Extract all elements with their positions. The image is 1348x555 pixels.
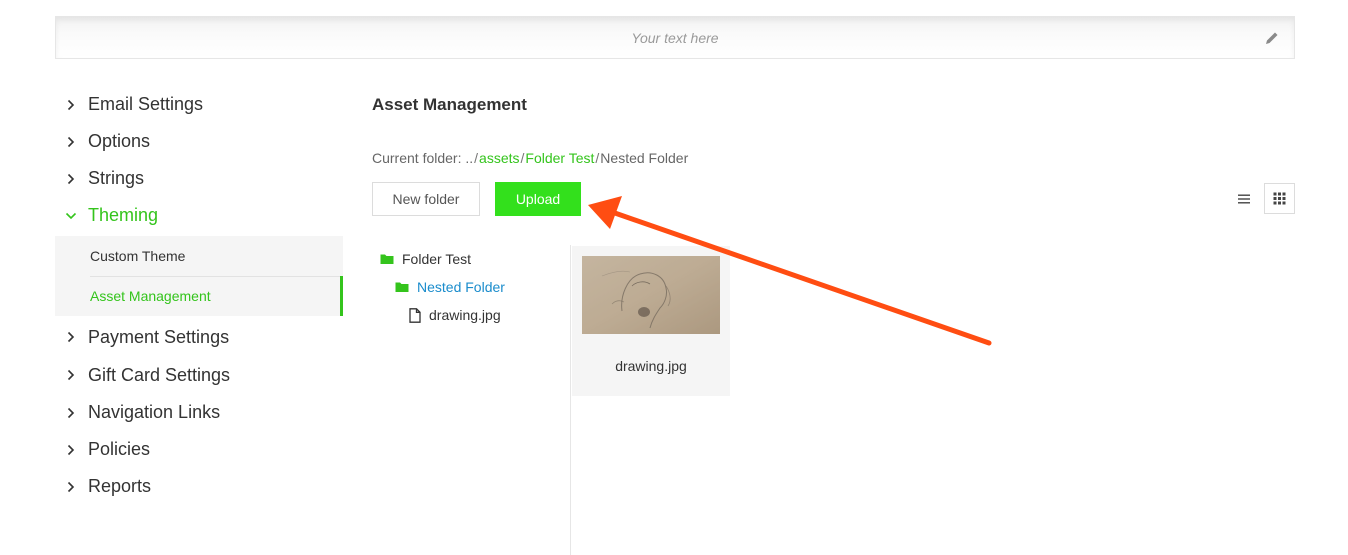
tree-item-label: Nested Folder: [417, 279, 505, 295]
sidebar-item-label: Navigation Links: [88, 402, 221, 422]
file-name: drawing.jpg: [615, 358, 687, 374]
sidebar-item-label: Strings: [88, 168, 145, 188]
breadcrumb-separator: /: [474, 150, 479, 166]
list-view-icon: [1238, 194, 1250, 203]
chevron-right-icon: [67, 173, 75, 184]
breadcrumb-link-assets[interactable]: assets: [479, 150, 519, 166]
sidebar-item-label: Theming: [88, 205, 159, 225]
folder-icon: [395, 282, 409, 292]
folder-tree: Folder Test Nested Folder drawing.jpg: [372, 245, 571, 555]
breadcrumb: Current folder: ../assets/Folder Test/Ne…: [372, 150, 688, 166]
sidebar-item-label: Gift Card Settings: [88, 364, 231, 385]
drawing-thumbnail-image: [582, 256, 720, 334]
file-thumbnail: [582, 256, 720, 334]
file-icon: [409, 307, 421, 323]
breadcrumb-root-link[interactable]: ..: [465, 150, 473, 166]
chevron-right-icon: [67, 331, 75, 343]
upload-button[interactable]: Upload: [495, 182, 581, 216]
chevron-down-icon: [65, 212, 77, 219]
sidebar-subitem-asset-management[interactable]: Asset Management: [55, 276, 343, 316]
sidebar-item-policies[interactable]: Policies: [55, 431, 343, 468]
sidebar-item-label: Email Settings: [88, 94, 204, 114]
banner-placeholder-text: Your text here: [631, 30, 719, 46]
folder-icon: [380, 254, 394, 264]
breadcrumb-link-folder-test[interactable]: Folder Test: [525, 150, 594, 166]
sidebar-item-label: Policies: [88, 439, 151, 459]
breadcrumb-separator: /: [595, 150, 600, 166]
sidebar-item-label: Payment Settings: [88, 326, 230, 347]
sidebar-item-navigation-links[interactable]: Navigation Links: [55, 394, 343, 431]
sidebar-item-gift-card-settings[interactable]: Gift Card Settings: [55, 356, 343, 394]
sidebar-item-email-settings[interactable]: Email Settings: [55, 86, 343, 123]
grid-view-button[interactable]: [1264, 183, 1295, 214]
tree-item-label: drawing.jpg: [429, 307, 501, 323]
sidebar-item-label: Reports: [88, 476, 152, 496]
tree-item-drawing-jpg[interactable]: drawing.jpg: [409, 307, 501, 323]
sidebar-item-options[interactable]: Options: [55, 123, 343, 160]
breadcrumb-prefix: Current folder:: [372, 150, 462, 166]
theming-submenu: Custom Theme Asset Management: [55, 236, 343, 316]
breadcrumb-current: Nested Folder: [600, 150, 689, 166]
file-card[interactable]: drawing.jpg: [572, 246, 730, 396]
sidebar-item-label: Options: [88, 131, 151, 151]
chevron-right-icon: [67, 444, 75, 455]
chevron-right-icon: [67, 369, 75, 381]
settings-sidebar: Email Settings Options Strings Theming C…: [55, 86, 343, 505]
sidebar-item-payment-settings[interactable]: Payment Settings: [55, 318, 343, 356]
list-view-button[interactable]: [1229, 183, 1259, 214]
sidebar-item-strings[interactable]: Strings: [55, 160, 343, 197]
sidebar-subitem-custom-theme[interactable]: Custom Theme: [55, 236, 343, 276]
chevron-right-icon: [67, 407, 75, 418]
new-folder-button[interactable]: New folder: [372, 182, 480, 216]
pencil-icon[interactable]: [1264, 30, 1280, 46]
page-title: Asset Management: [372, 95, 527, 114]
chevron-right-icon: [67, 481, 75, 492]
top-banner: Your text here: [55, 16, 1295, 59]
sidebar-item-theming[interactable]: Theming: [55, 197, 343, 234]
chevron-right-icon: [67, 136, 75, 147]
sidebar-item-reports[interactable]: Reports: [55, 468, 343, 505]
chevron-right-icon: [67, 99, 75, 110]
tree-item-label: Folder Test: [402, 251, 471, 267]
grid-view-icon: [1273, 192, 1286, 205]
breadcrumb-separator: /: [520, 150, 525, 166]
tree-item-folder-test[interactable]: Folder Test: [380, 251, 471, 267]
tree-item-nested-folder[interactable]: Nested Folder: [395, 279, 505, 295]
